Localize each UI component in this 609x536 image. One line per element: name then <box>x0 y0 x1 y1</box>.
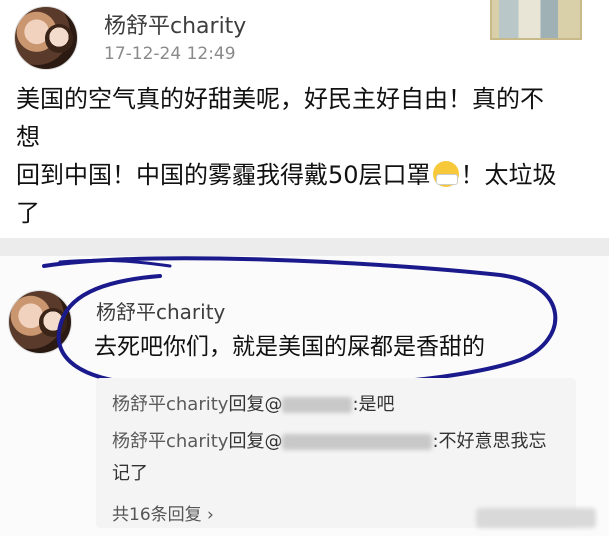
redacted-username-1 <box>282 397 353 413</box>
post-username[interactable]: 杨舒平charity <box>104 8 246 40</box>
subreply-1-verb: 回复@ <box>228 394 283 415</box>
post-timestamp: 17-12-24 12:49 <box>104 44 236 64</box>
post-line-1: 美国的空气真的好甜美呢，好民主好自由！真的不 <box>16 85 544 113</box>
post-line-2: 想 <box>16 123 40 151</box>
comment-avatar[interactable] <box>8 290 72 354</box>
subreply-2-name[interactable]: 杨舒平charity <box>112 431 228 452</box>
post-thumbnail[interactable] <box>490 0 582 40</box>
weibo-post: 杨舒平charity 17-12-24 12:49 美国的空气真的好甜美呢，好民… <box>0 0 609 238</box>
post-line-3: 回到中国！中国的雾霾我得戴50层口罩 ！太垃圾 <box>16 156 576 194</box>
post-line-3-tail: ！太垃圾 <box>460 161 557 189</box>
post-line-3-text: 回到中国！中国的雾霾我得戴50层口罩 <box>16 161 431 189</box>
subreply-1-text: :是吧 <box>352 394 395 415</box>
post-line-4: 了 <box>16 199 40 227</box>
subreply-list: 杨舒平charity回复@:是吧 杨舒平charity回复@:不好意思我忘记了 … <box>96 378 576 528</box>
blurred-watermark <box>476 508 596 528</box>
comment-text: 去死吧你们，就是美国的屎都是香甜的 <box>94 334 485 360</box>
mask-emoji-icon <box>432 161 459 187</box>
subreply-2-verb: 回复@ <box>228 431 283 452</box>
subreply-1-name[interactable]: 杨舒平charity <box>112 394 228 415</box>
subreply-1[interactable]: 杨舒平charity回复@ :是吧 <box>112 390 395 416</box>
comment-username[interactable]: 杨舒平charity <box>96 296 225 325</box>
post-avatar[interactable] <box>14 6 78 70</box>
more-replies-link[interactable]: 共16条回复 › <box>112 500 214 525</box>
subreply-2[interactable]: 杨舒平charity回复@:不好意思我忘记了 <box>112 426 552 490</box>
redacted-username-2 <box>282 434 433 450</box>
post-body: 美国的空气真的好甜美呢，好民主好自由！真的不 想 回到中国！中国的雾霾我得戴50… <box>16 80 576 232</box>
